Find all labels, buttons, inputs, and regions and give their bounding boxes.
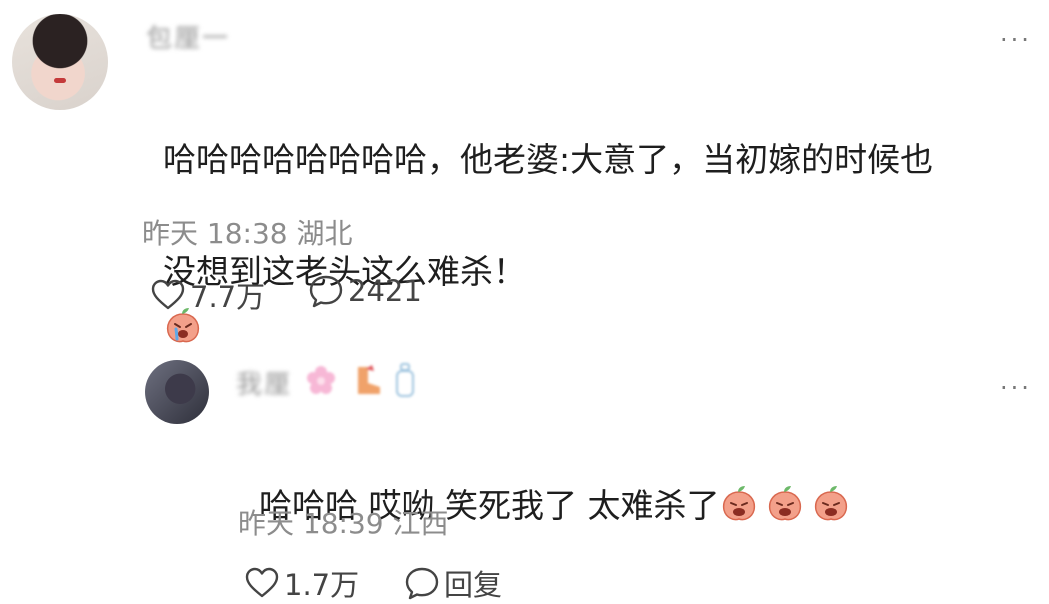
commenter-username[interactable]: 包厘一	[146, 18, 230, 55]
more-options-icon[interactable]: ···	[1000, 28, 1032, 52]
reply-like-count: 1.7万	[284, 568, 360, 602]
reply-label: 回复	[444, 568, 503, 602]
heart-icon	[245, 567, 279, 598]
reply-count: 2421	[348, 274, 422, 308]
crying-peach-emoji-icon	[723, 486, 756, 521]
replier-username[interactable]: 我厘	[236, 364, 292, 401]
reply-location: 江西	[392, 507, 449, 540]
reply-more-options-icon[interactable]: ···	[1000, 376, 1032, 400]
like-count: 7.7万	[190, 280, 266, 314]
reply-meta: 昨天 18:39 江西	[238, 502, 449, 542]
reply-like-button[interactable]: 1.7万	[244, 562, 359, 604]
reply-time: 昨天 18:39	[238, 507, 384, 540]
crying-peach-emoji-icon	[769, 486, 802, 521]
reply-count-button[interactable]: 2421	[308, 274, 422, 308]
comment-location: 湖北	[296, 217, 353, 250]
heart-icon	[151, 279, 185, 310]
comment-bubble-icon	[309, 275, 343, 308]
flower-badge-icon	[304, 363, 338, 401]
comment-time: 昨天 18:38	[142, 217, 288, 250]
bottle-badge-icon	[394, 362, 416, 402]
like-button[interactable]: 7.7万	[150, 274, 265, 316]
reply-button[interactable]: 回复	[404, 562, 502, 604]
comment-meta: 昨天 18:38 湖北	[142, 212, 353, 252]
replier-avatar[interactable]	[145, 360, 209, 424]
comment-text-line1: 哈哈哈哈哈哈哈哈，他老婆:大意了，当初嫁的时候也	[162, 140, 934, 179]
replier-name-row: 我厘	[236, 362, 416, 402]
boot-badge-icon	[350, 363, 386, 401]
commenter-avatar[interactable]	[12, 14, 108, 110]
crying-peach-emoji-icon	[815, 486, 848, 521]
